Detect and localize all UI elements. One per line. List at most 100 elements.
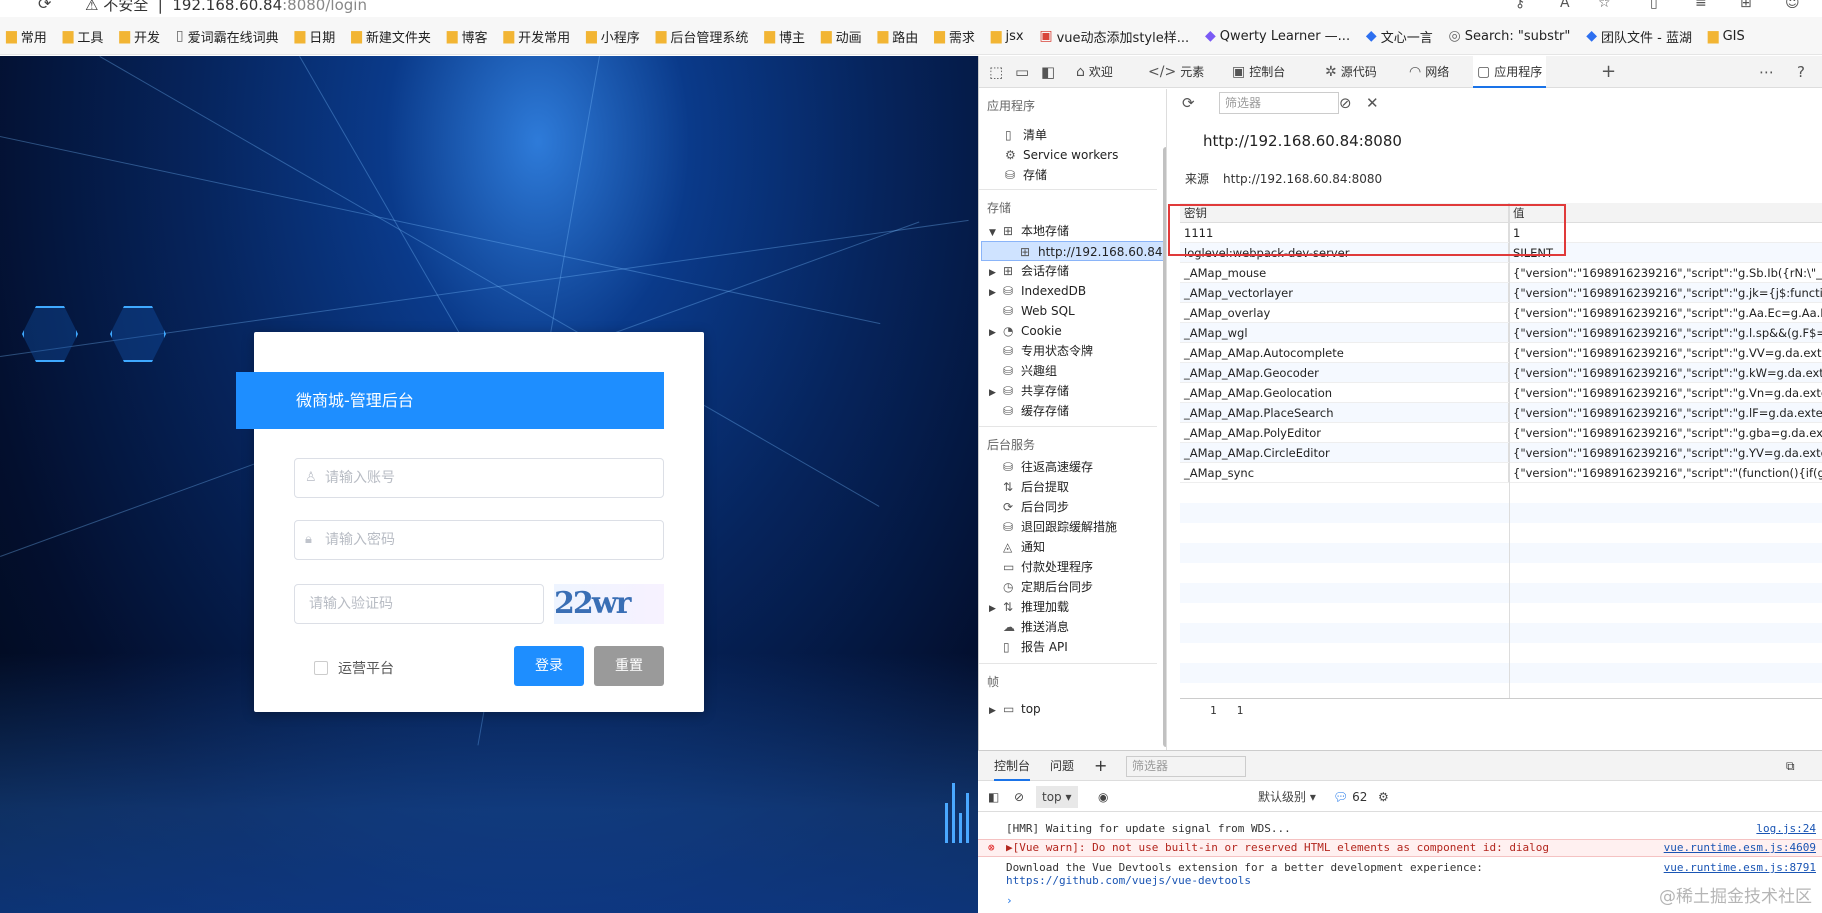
device-icon[interactable]: ▭ xyxy=(1015,56,1029,88)
reload-icon[interactable]: ⟳ xyxy=(38,0,51,13)
bookmark-item[interactable]: ▆ 博客 xyxy=(441,17,494,54)
bookmark-item[interactable]: ▆ 需求 xyxy=(928,17,981,54)
storage-filter-input[interactable]: 筛选器 xyxy=(1219,92,1339,114)
bookmark-item[interactable]: ▯ 爱词霸在线词典 xyxy=(170,17,285,54)
table-row[interactable]: _AMap_wgl {"version":"1698916239216","scr… xyxy=(1180,323,1822,343)
console-filter-input[interactable]: 筛选器 xyxy=(1126,756,1246,777)
settings-gear-icon[interactable]: ⚙ xyxy=(1378,782,1389,812)
sidebar-scrollbar[interactable] xyxy=(1163,147,1166,747)
bookmark-item[interactable]: ▆ 开发常用 xyxy=(497,17,576,54)
help-icon[interactable]: ? xyxy=(1797,56,1805,88)
bookmark-item[interactable]: ◆ Qwerty Learner —... xyxy=(1199,17,1356,54)
sidebar-toggle-icon[interactable]: ◧ xyxy=(1041,56,1055,88)
address-bar[interactable]: ⚠ 不安全 | 192.168.60.84:8080/login xyxy=(85,0,367,15)
message-source-link[interactable]: vue.runtime.esm.js:8791 xyxy=(1664,861,1816,874)
bookmark-item[interactable]: ◆ 文心一言 xyxy=(1360,17,1439,54)
sidebar-item-payment-handler[interactable]: ▭ 付款处理程序 xyxy=(1003,557,1093,577)
sidebar-item-frame-top[interactable]: ▶ ▭ top xyxy=(989,699,1041,719)
column-divider[interactable] xyxy=(1509,203,1510,698)
table-row[interactable]: _AMap_overlay {"version":"1698916239216",… xyxy=(1180,303,1822,323)
expand-arrow-icon[interactable]: ▶ xyxy=(989,283,1003,301)
sidebar-item-notifications[interactable]: ◬ 通知 xyxy=(1003,537,1045,557)
table-row[interactable]: _AMap_AMap.Geolocation {"version":"169891… xyxy=(1180,383,1822,403)
table-row[interactable]: _AMap_mouse {"version":"1698916239216","s… xyxy=(1180,263,1822,283)
sidebar-item-background-sync[interactable]: ⟳ 后台同步 xyxy=(1003,497,1069,517)
sidebar-item-push-messaging[interactable]: ☁ 推送消息 xyxy=(1003,617,1069,637)
bookmark-item[interactable]: ▆ 日期 xyxy=(288,17,341,54)
tab-welcome[interactable]: ⌂ 欢迎 xyxy=(1072,56,1117,88)
sidebar-item-interest-groups[interactable]: ⛁ 兴趣组 xyxy=(1003,361,1057,381)
sidebar-item-cookie[interactable]: ▶ ◔ Cookie xyxy=(989,321,1062,341)
clear-all-icon[interactable]: ⊘ xyxy=(1339,94,1352,112)
captcha-input[interactable]: 请输入验证码 xyxy=(294,584,544,624)
bookmark-item[interactable]: ▆ 后台管理系统 xyxy=(650,17,755,54)
bookmark-item[interactable]: ◎ Search: "substr" xyxy=(1443,17,1577,54)
collections-icon[interactable]: ⊞ xyxy=(1740,0,1752,11)
table-row[interactable]: _AMap_AMap.PolyEditor {"version":"1698916… xyxy=(1180,423,1822,443)
profile-icon[interactable]: ☺ xyxy=(1785,0,1800,11)
expand-arrow-icon[interactable]: ▶ xyxy=(989,323,1003,341)
captcha-image[interactable]: 22wr xyxy=(554,584,664,624)
bookmark-item[interactable]: ▆ 路由 xyxy=(871,17,924,54)
bookmark-item[interactable]: ▆ 动画 xyxy=(815,17,868,54)
sidebar-item-service-workers[interactable]: ⚙ Service workers xyxy=(1005,145,1118,165)
message-source-link[interactable]: vue.runtime.esm.js:4609 xyxy=(1664,840,1816,856)
bookmark-item[interactable]: ▆ 常用 xyxy=(0,17,53,54)
sidebar-item-manifest[interactable]: ▯ 清单 xyxy=(1005,125,1047,145)
add-tab-icon[interactable]: + xyxy=(1601,56,1616,88)
sidebar-item-bfcache[interactable]: ⛁ 往返高速缓存 xyxy=(1003,457,1093,477)
tab-sources[interactable]: ✲ 源代码 xyxy=(1321,56,1381,88)
drawer-tab-issues[interactable]: 问题 xyxy=(1050,751,1074,781)
console-sidebar-icon[interactable]: ◧ xyxy=(988,782,999,812)
read-aloud-icon[interactable]: A xyxy=(1560,0,1570,11)
password-input[interactable]: 🔒︎ 请输入密码 xyxy=(294,520,664,560)
sidebar-item-background-fetch[interactable]: ⇅ 后台提取 xyxy=(1003,477,1069,497)
tab-application[interactable]: ▢ 应用程序 xyxy=(1473,56,1547,88)
split-screen-icon[interactable]: ▯ xyxy=(1650,0,1658,11)
bookmark-item[interactable]: ▣ vue动态添加style样... xyxy=(1033,17,1195,54)
expand-arrow-icon[interactable]: ▼ xyxy=(989,223,1003,241)
table-row[interactable]: _AMap_AMap.Autocomplete {"version":"16989… xyxy=(1180,343,1822,363)
bookmark-item[interactable]: ▆ GIS xyxy=(1702,17,1751,54)
log-level-select[interactable]: 默认级别 ▾ xyxy=(1258,782,1316,812)
bookmark-item[interactable]: ▆ jsx xyxy=(985,17,1030,54)
table-row[interactable]: _AMap_sync {"version":"1698916239216","sc… xyxy=(1180,463,1822,483)
bookmark-item[interactable]: ▆ 开发 xyxy=(113,17,166,54)
expand-arrow-icon[interactable]: ▶ xyxy=(989,383,1003,401)
expand-arrow-icon[interactable]: ▶ xyxy=(989,701,1003,719)
sidebar-item-bounce-tracking[interactable]: ⛁ 退回跟踪缓解措施 xyxy=(1003,517,1117,537)
expand-arrow-icon[interactable]: ▶ xyxy=(989,599,1003,617)
issues-badge[interactable]: 💬︎ 62 xyxy=(1333,782,1367,812)
table-row[interactable]: _AMap_AMap.CircleEditor {"version":"16989… xyxy=(1180,443,1822,463)
login-button[interactable]: 登录 xyxy=(514,646,584,686)
clear-console-icon[interactable]: ⊘ xyxy=(1014,782,1024,812)
bookmark-item[interactable]: ▆ 小程序 xyxy=(580,17,646,54)
bookmark-item[interactable]: ▆ 新建文件夹 xyxy=(345,17,437,54)
favorites-bar-icon[interactable]: ≡ xyxy=(1695,0,1707,11)
refresh-icon[interactable]: ⟳ xyxy=(1182,94,1195,112)
context-select[interactable]: top ▾ xyxy=(1036,786,1078,808)
table-row[interactable]: _AMap_AMap.Geocoder {"version":"169891623… xyxy=(1180,363,1822,383)
message-link[interactable]: https://github.com/vuejs/vue-devtools xyxy=(1006,874,1251,887)
delete-icon[interactable]: ✕ xyxy=(1366,94,1379,112)
dock-icon[interactable]: ⧉ xyxy=(1786,751,1795,781)
sidebar-item-websql[interactable]: ⛁ Web SQL xyxy=(1003,301,1075,321)
sidebar-item-indexeddb[interactable]: ▶ ⛁ IndexedDB xyxy=(989,281,1086,301)
bookmark-item[interactable]: ◆ 团队文件 - 蓝湖 xyxy=(1580,17,1698,54)
message-source-link[interactable]: log.js:24 xyxy=(1756,822,1816,835)
sidebar-item-session-storage[interactable]: ▶ ⊞ 会话存储 xyxy=(989,261,1069,281)
tab-elements[interactable]: </> 元素 xyxy=(1144,56,1208,88)
bookmark-item[interactable]: ▆ 工具 xyxy=(57,17,110,54)
more-icon[interactable]: ⋯ xyxy=(1759,56,1774,88)
sidebar-item-speculative-loads[interactable]: ▶ ⇅ 推理加载 xyxy=(989,597,1069,617)
sidebar-item-private-state-tokens[interactable]: ⛁ 专用状态令牌 xyxy=(1003,341,1093,361)
reset-button[interactable]: 重置 xyxy=(594,646,664,686)
table-row[interactable]: _AMap_AMap.PlaceSearch {"version":"169891… xyxy=(1180,403,1822,423)
eye-icon[interactable]: ◉ xyxy=(1098,782,1108,812)
tab-console[interactable]: ▣ 控制台 xyxy=(1228,56,1289,88)
drawer-add-icon[interactable]: + xyxy=(1094,751,1107,781)
sidebar-item-local-origin[interactable]: ⊞ http://192.168.60.84:8080 xyxy=(981,241,1165,261)
expand-arrow-icon[interactable]: ▶ xyxy=(989,263,1003,281)
inspect-icon[interactable]: ⬚ xyxy=(989,56,1003,88)
sidebar-item-periodic-sync[interactable]: ◷ 定期后台同步 xyxy=(1003,577,1093,597)
